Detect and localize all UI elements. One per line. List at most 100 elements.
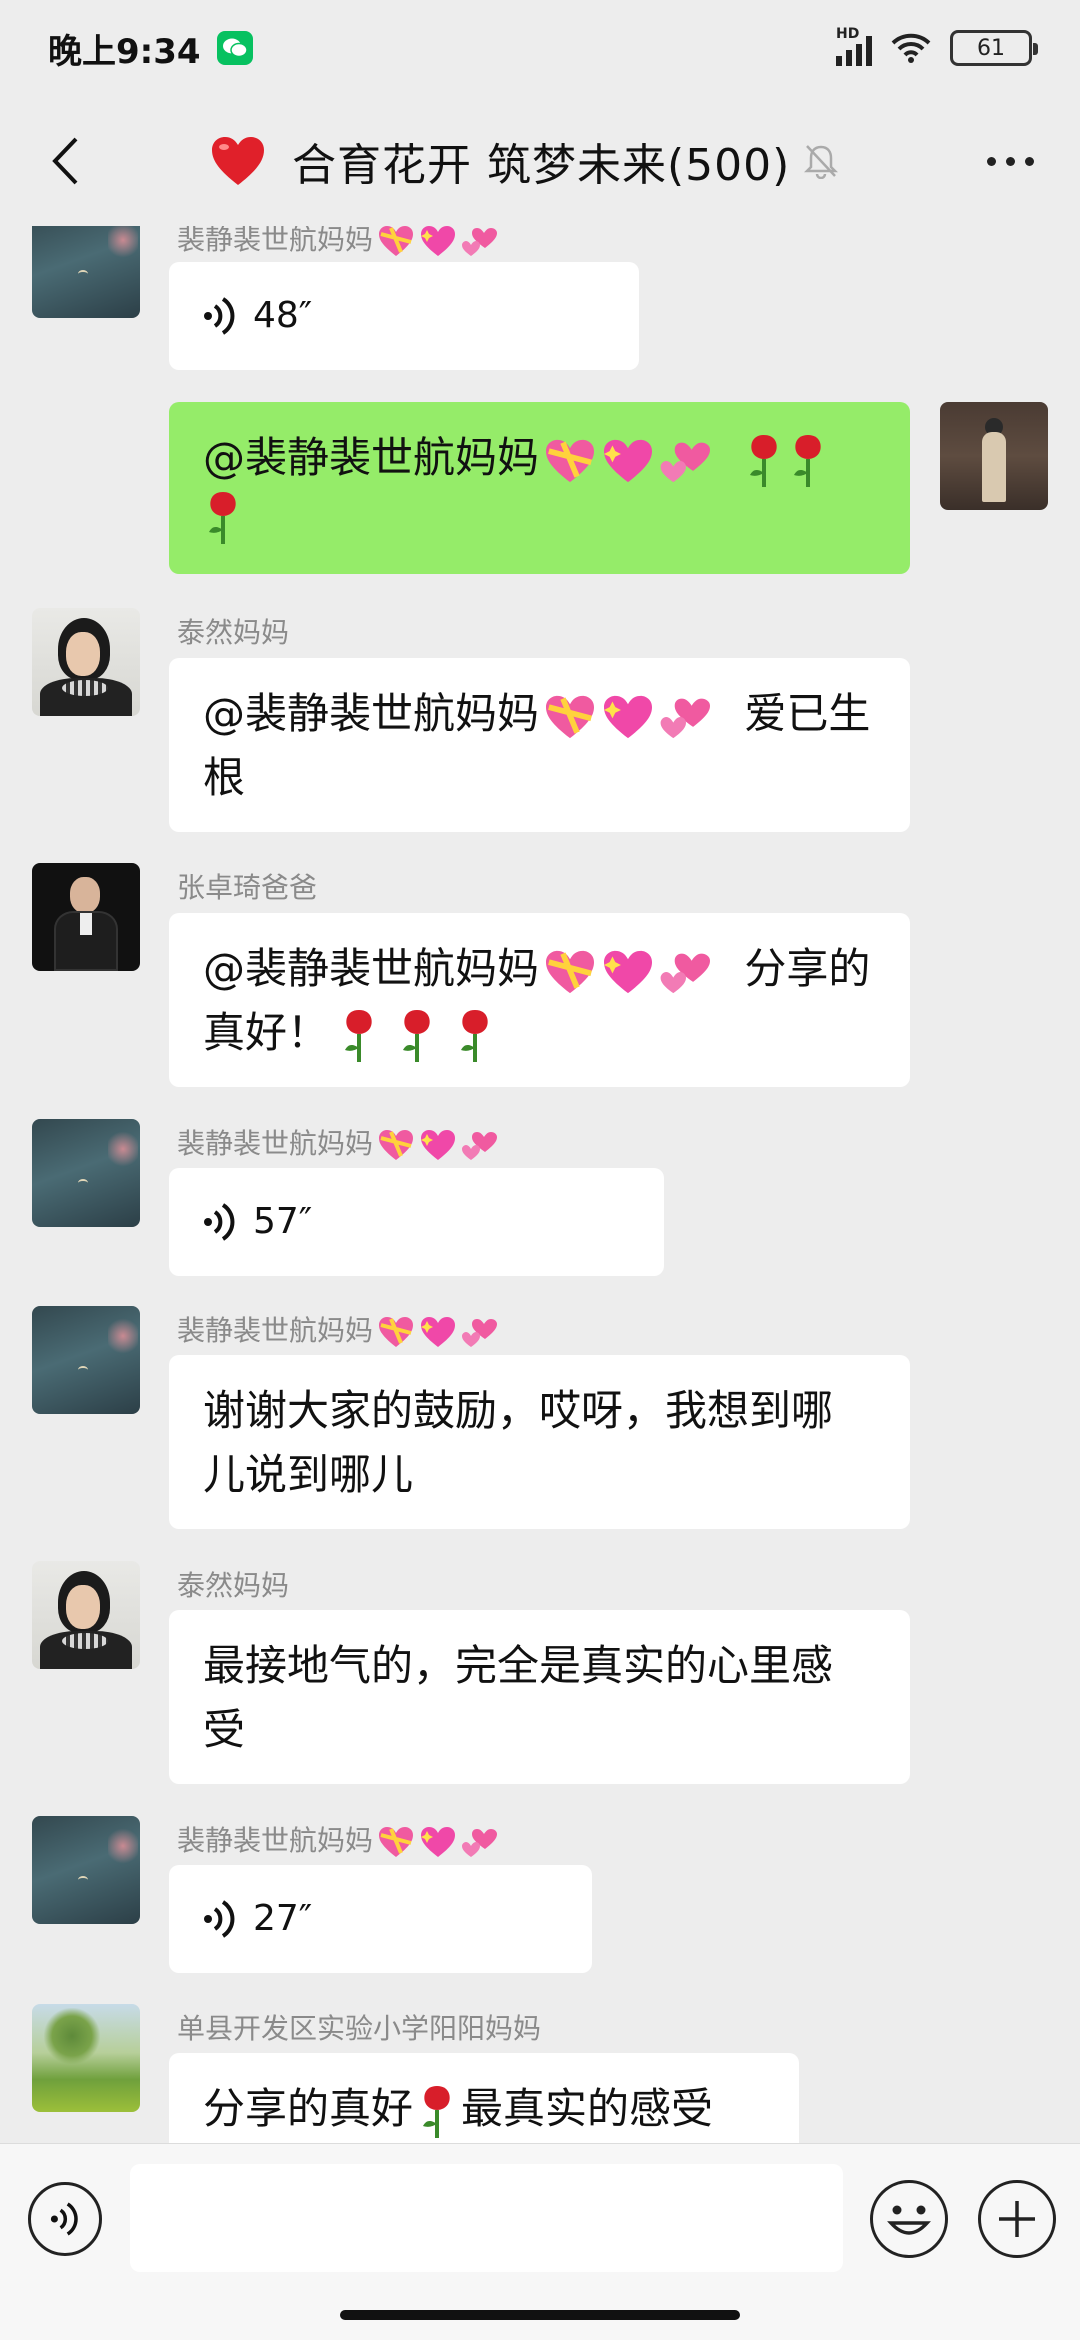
heart-ribbon-icon [379, 1130, 414, 1160]
sender-name: 张卓琦爸爸 [177, 871, 318, 904]
rose-icon [209, 492, 236, 544]
sparkle-hearts-emoji [377, 226, 499, 258]
network-label: HD [836, 26, 860, 42]
status-indicators: HD 61 [836, 26, 1038, 66]
message-bubble[interactable]: @裴静裴世航妈妈 分享的 真好！ [169, 913, 910, 1087]
sparkle-hearts-emoji [543, 693, 713, 741]
heart-icon [212, 137, 264, 185]
message-text: @裴静裴世航妈妈 [203, 944, 540, 993]
revolving-hearts-icon [660, 442, 711, 482]
roses-emoji [339, 1008, 495, 1064]
rose-icon [794, 434, 822, 487]
rose-icon [461, 1009, 488, 1062]
voice-duration: 27″ [253, 1898, 313, 1939]
voice-wave-icon [204, 1900, 235, 1938]
voice-message-bubble[interactable]: 48″ [169, 262, 639, 370]
sparkling-heart-icon [421, 1130, 456, 1160]
more-options-button[interactable] [970, 126, 1050, 196]
chat-title-group: 合育花开 筑梦未来(500) [210, 96, 839, 226]
revolving-hearts-icon [462, 1319, 498, 1347]
heart-ribbon-icon [379, 226, 414, 256]
battery-icon: 61 [950, 30, 1038, 66]
avatar[interactable] [32, 1816, 140, 1924]
sender-name: 裴静裴世航妈妈 [177, 226, 499, 258]
message-text: @裴静裴世航妈妈 [203, 689, 540, 738]
rose-icon [750, 434, 778, 487]
revolving-hearts-icon [462, 228, 498, 256]
voice-wave-icon [204, 1203, 235, 1241]
roses-emoji [744, 433, 828, 489]
voice-input-button[interactable] [28, 2182, 102, 2256]
avatar[interactable] [32, 1306, 140, 1414]
rose-icon [423, 2085, 450, 2138]
avatar[interactable] [32, 1561, 140, 1669]
revolving-hearts-icon [660, 698, 711, 738]
rose-icon [403, 1009, 430, 1062]
battery-level: 61 [977, 35, 1005, 61]
sparkle-hearts-emoji [377, 1825, 499, 1859]
emoji-button[interactable] [870, 2180, 948, 2258]
message-bubble[interactable]: @裴静裴世航妈妈 爱已生 根 [169, 658, 910, 832]
message-text: 最接地气的，完全是真实的心里感 [203, 1641, 834, 1690]
message-text: 根 [203, 753, 246, 802]
more-functions-button[interactable] [978, 2180, 1056, 2258]
message-text: 分享的真好 [203, 2084, 414, 2133]
avatar[interactable] [32, 1119, 140, 1227]
sender-name: 泰然妈妈 [177, 616, 290, 649]
sparkle-hearts-emoji [543, 948, 713, 996]
message-input[interactable] [130, 2164, 843, 2272]
sender-name: 裴静裴世航妈妈 [177, 1309, 499, 1349]
heart-ribbon-icon [546, 950, 595, 993]
more-dot [1024, 156, 1034, 166]
message-bubble[interactable]: 分享的真好 最真实的感受 [169, 2053, 799, 2143]
status-bar: 晚上9:34 HD 61 [0, 0, 1080, 96]
message-text: 爱已生 [744, 689, 871, 738]
sparkling-heart-icon [604, 695, 653, 738]
heart-ribbon-icon [379, 1827, 414, 1857]
revolving-hearts-icon [660, 953, 711, 993]
wechat-notification-icon [216, 31, 253, 65]
sender-name: 泰然妈妈 [177, 1569, 290, 1602]
self-message-bubble[interactable]: @裴静裴世航妈妈 [169, 402, 910, 574]
heart-ribbon-icon [546, 439, 595, 482]
message-text: 分享的 [744, 944, 871, 993]
avatar[interactable] [32, 2004, 140, 2112]
more-dot [986, 156, 996, 166]
avatar[interactable] [32, 863, 140, 971]
voice-message-bubble[interactable]: 27″ [169, 1865, 592, 1973]
home-indicator[interactable] [340, 2310, 740, 2320]
avatar[interactable] [32, 608, 140, 716]
message-bubble[interactable]: 最接地气的，完全是真实的心里感 受 [169, 1610, 910, 1784]
voice-message-bubble[interactable]: 57″ [169, 1168, 664, 1276]
voice-wave-icon [50, 2202, 78, 2236]
sender-name: 裴静裴世航妈妈 [177, 1819, 499, 1859]
smiley-icon [887, 2205, 931, 2235]
message-text: 最真实的感受 [461, 2084, 714, 2133]
back-button[interactable] [30, 126, 100, 196]
sparkling-heart-icon [604, 439, 653, 482]
message-list[interactable]: 裴静裴世航妈妈 48″ @裴静裴世航妈妈 泰然妈妈 @裴静裴世航妈妈 爱已生 根… [0, 226, 1080, 2143]
status-time: 晚上9:34 [48, 31, 201, 72]
avatar[interactable] [32, 226, 140, 318]
voice-duration: 48″ [253, 295, 313, 336]
message-text: 受 [203, 1705, 246, 1754]
chat-title: 合育花开 筑梦未来(500) [292, 140, 791, 191]
more-dot [1005, 156, 1015, 166]
muted-bell-icon [804, 145, 839, 179]
message-text: 谢谢大家的鼓励，哎呀，我想到哪 [203, 1386, 834, 1435]
heart-ribbon-icon [546, 695, 595, 738]
rose-icon [345, 1009, 372, 1062]
message-text: @裴静裴世航妈妈 [203, 433, 540, 482]
voice-wave-icon [204, 297, 235, 335]
wifi-icon [891, 33, 931, 63]
sparkle-hearts-emoji [377, 1315, 499, 1349]
voice-duration: 57″ [253, 1201, 313, 1242]
chat-header: 合育花开 筑梦未来(500) [0, 96, 1080, 226]
sparkling-heart-icon [421, 1827, 456, 1857]
sparkle-hearts-emoji [377, 1128, 499, 1162]
sparkling-heart-icon [421, 226, 456, 256]
heart-ribbon-icon [379, 1317, 414, 1347]
message-bubble[interactable]: 谢谢大家的鼓励，哎呀，我想到哪 儿说到哪儿 [169, 1355, 910, 1529]
my-avatar[interactable] [940, 402, 1048, 510]
sender-name: 单县开发区实验小学阳阳妈妈 [177, 2012, 542, 2045]
